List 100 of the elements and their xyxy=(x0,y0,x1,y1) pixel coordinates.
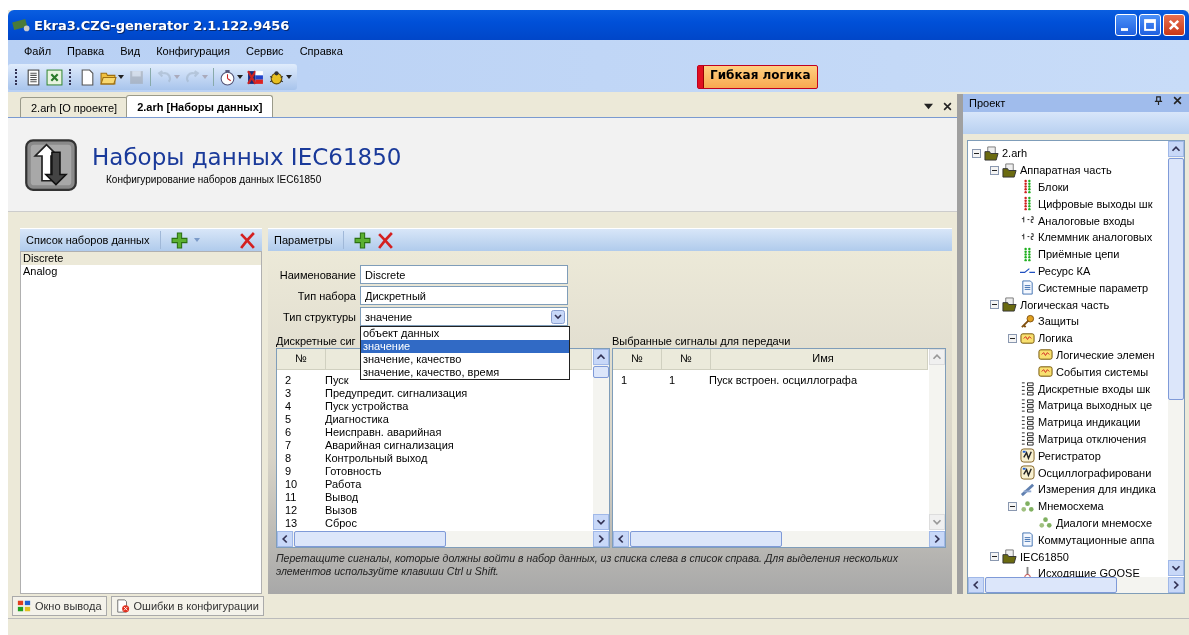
column-header[interactable]: № xyxy=(613,349,662,369)
column-header[interactable]: № xyxy=(277,349,326,369)
tree-item[interactable]: Ресурс КА xyxy=(1038,264,1091,277)
close-icon[interactable] xyxy=(943,102,952,111)
scroll-thumb[interactable] xyxy=(985,577,1117,593)
scroll-up-icon[interactable] xyxy=(1168,141,1184,157)
table-cell: Вывод xyxy=(325,491,359,504)
delete-icon[interactable] xyxy=(239,231,256,249)
scroll-thumb[interactable] xyxy=(1168,158,1184,400)
tree-item[interactable]: Измерения для индика xyxy=(1038,483,1156,496)
collapse-icon[interactable] xyxy=(1008,501,1017,511)
minimize-button[interactable] xyxy=(1115,14,1137,36)
scroll-down-icon[interactable] xyxy=(1168,560,1184,576)
table-caption: Выбранные сигналы для передачи xyxy=(612,334,791,348)
tree-item[interactable]: Логические элемен xyxy=(1056,348,1155,361)
app-icon xyxy=(12,18,30,32)
dataset-item[interactable]: Analog xyxy=(21,265,261,278)
tree-item[interactable]: Мнемосхема xyxy=(1038,500,1104,513)
collapse-icon[interactable] xyxy=(990,300,999,310)
excel-tool-button[interactable] xyxy=(44,66,65,88)
dropdown-option[interactable]: значение, качество xyxy=(361,353,569,366)
tree-item[interactable]: Дискретные входы шк xyxy=(1038,382,1151,395)
bug-icon xyxy=(268,68,285,86)
close-icon[interactable] xyxy=(1173,95,1182,105)
tree-item[interactable]: Системные параметр xyxy=(1038,281,1149,294)
tree-item[interactable]: События системы xyxy=(1056,365,1149,378)
menu-item[interactable]: Вид xyxy=(112,45,149,57)
horizontal-scrollbar[interactable] xyxy=(277,531,609,547)
collapse-icon[interactable] xyxy=(990,552,999,561)
horizontal-scrollbar[interactable] xyxy=(968,577,1184,593)
menu-item[interactable]: Файл xyxy=(16,45,60,57)
bottom-tab[interactable]: Окно вывода xyxy=(12,596,107,616)
key-icon xyxy=(1020,313,1035,329)
scroll-right-icon[interactable] xyxy=(1168,577,1184,593)
scroll-left-icon[interactable] xyxy=(968,577,984,593)
field-label: Наименование xyxy=(278,268,356,281)
vertical-scrollbar[interactable] xyxy=(593,349,609,530)
add-icon[interactable] xyxy=(170,231,188,249)
scroll-right-icon[interactable] xyxy=(593,531,609,547)
tree-item[interactable]: Аналоговые входы xyxy=(1038,214,1135,227)
column-header[interactable]: № xyxy=(662,349,711,369)
menu-item[interactable]: Сервис xyxy=(237,45,292,57)
collapse-icon[interactable] xyxy=(1008,333,1017,343)
page-subtitle: Конфигурирование наборов данных IEC61850 xyxy=(105,174,323,185)
dataset-item[interactable]: Discrete xyxy=(21,252,261,265)
tree-item[interactable]: Защиты xyxy=(1038,315,1079,328)
dropdown-option[interactable]: объект данных xyxy=(361,327,569,340)
menu-item[interactable]: Конфигурация xyxy=(148,45,238,57)
add-icon[interactable] xyxy=(353,231,371,249)
scroll-left-icon[interactable] xyxy=(277,531,293,547)
tree-item[interactable]: Матрица индикации xyxy=(1038,416,1141,429)
scroll-down-icon[interactable] xyxy=(593,514,609,530)
text-field[interactable]: Discrete xyxy=(360,265,568,284)
dropdown-option[interactable]: значение xyxy=(361,340,569,353)
tree-item[interactable]: Осциллографировани xyxy=(1038,466,1152,479)
tree-item[interactable]: Исходящие GOOSE xyxy=(1038,567,1140,580)
delete-icon[interactable] xyxy=(376,231,394,249)
table-cell: Пуск устройства xyxy=(325,400,409,413)
scroll-up-icon[interactable] xyxy=(593,349,609,365)
column-header[interactable]: Имя xyxy=(711,349,928,369)
tree-item[interactable]: Аппаратная часть xyxy=(1020,164,1112,177)
tree-item[interactable]: Матрица отключения xyxy=(1038,432,1147,445)
bottom-tab[interactable]: Ошибки в конфигурации xyxy=(110,596,264,616)
vertical-scrollbar[interactable] xyxy=(1168,141,1184,576)
menu-item[interactable]: Справка xyxy=(291,45,351,57)
collapse-icon[interactable] xyxy=(972,148,981,158)
menu-item[interactable]: Правка xyxy=(59,45,113,57)
document-tab[interactable]: 2.arh [Наборы данных] xyxy=(126,95,274,117)
collapse-icon[interactable] xyxy=(990,165,999,175)
table-cell-text: 1 xyxy=(668,374,677,387)
ruler-icon xyxy=(1020,481,1035,497)
document-tab[interactable]: 2.arh [О проекте] xyxy=(20,97,129,117)
tree-item[interactable]: Регистратор xyxy=(1038,449,1101,462)
tree-item[interactable]: Приёмные цепи xyxy=(1038,248,1120,261)
tree-item[interactable]: Коммутационные аппа xyxy=(1038,533,1155,546)
dropdown-option[interactable]: значение, качество, время xyxy=(361,366,569,379)
tree-item[interactable]: Матрица выходных це xyxy=(1038,399,1153,412)
maximize-button[interactable] xyxy=(1139,14,1161,36)
tree-item[interactable]: Цифровые выходы шк xyxy=(1038,197,1153,210)
tree-item[interactable]: 2.arh xyxy=(1002,147,1028,160)
pin-icon[interactable] xyxy=(1154,95,1163,105)
scroll-left-icon[interactable] xyxy=(613,531,629,547)
tree-item[interactable]: IEC61850 xyxy=(1020,550,1069,563)
tree-item[interactable]: Клеммник аналоговых xyxy=(1038,231,1153,244)
scroll-right-icon[interactable] xyxy=(929,531,945,547)
text-field[interactable]: Дискретный xyxy=(360,286,568,305)
table-cell: Вызов xyxy=(325,504,358,517)
table-cell: Диагностика xyxy=(325,413,389,426)
horizontal-scrollbar[interactable] xyxy=(613,531,945,547)
tree-item[interactable]: Логическая часть xyxy=(1020,298,1110,311)
table-cell-text: 9 xyxy=(284,465,293,478)
close-button[interactable] xyxy=(1163,14,1185,36)
tree-item[interactable]: Блоки xyxy=(1038,181,1069,193)
table-cell: Пуск встроен. осциллографа xyxy=(709,374,857,387)
tree-item[interactable]: Диалоги мнемосхе xyxy=(1056,516,1152,529)
scroll-thumb[interactable] xyxy=(593,366,609,378)
dropdown-icon[interactable] xyxy=(924,102,933,111)
hint-text: Перетащите сигналы, которые должны войти в набор данных, из списка слева в список справа. Для выделения нескольких элементов используйте клавиши Ctrl и Shift. xyxy=(276,552,899,578)
folder-icon xyxy=(1002,162,1017,178)
tree-item[interactable]: Логика xyxy=(1038,332,1073,345)
